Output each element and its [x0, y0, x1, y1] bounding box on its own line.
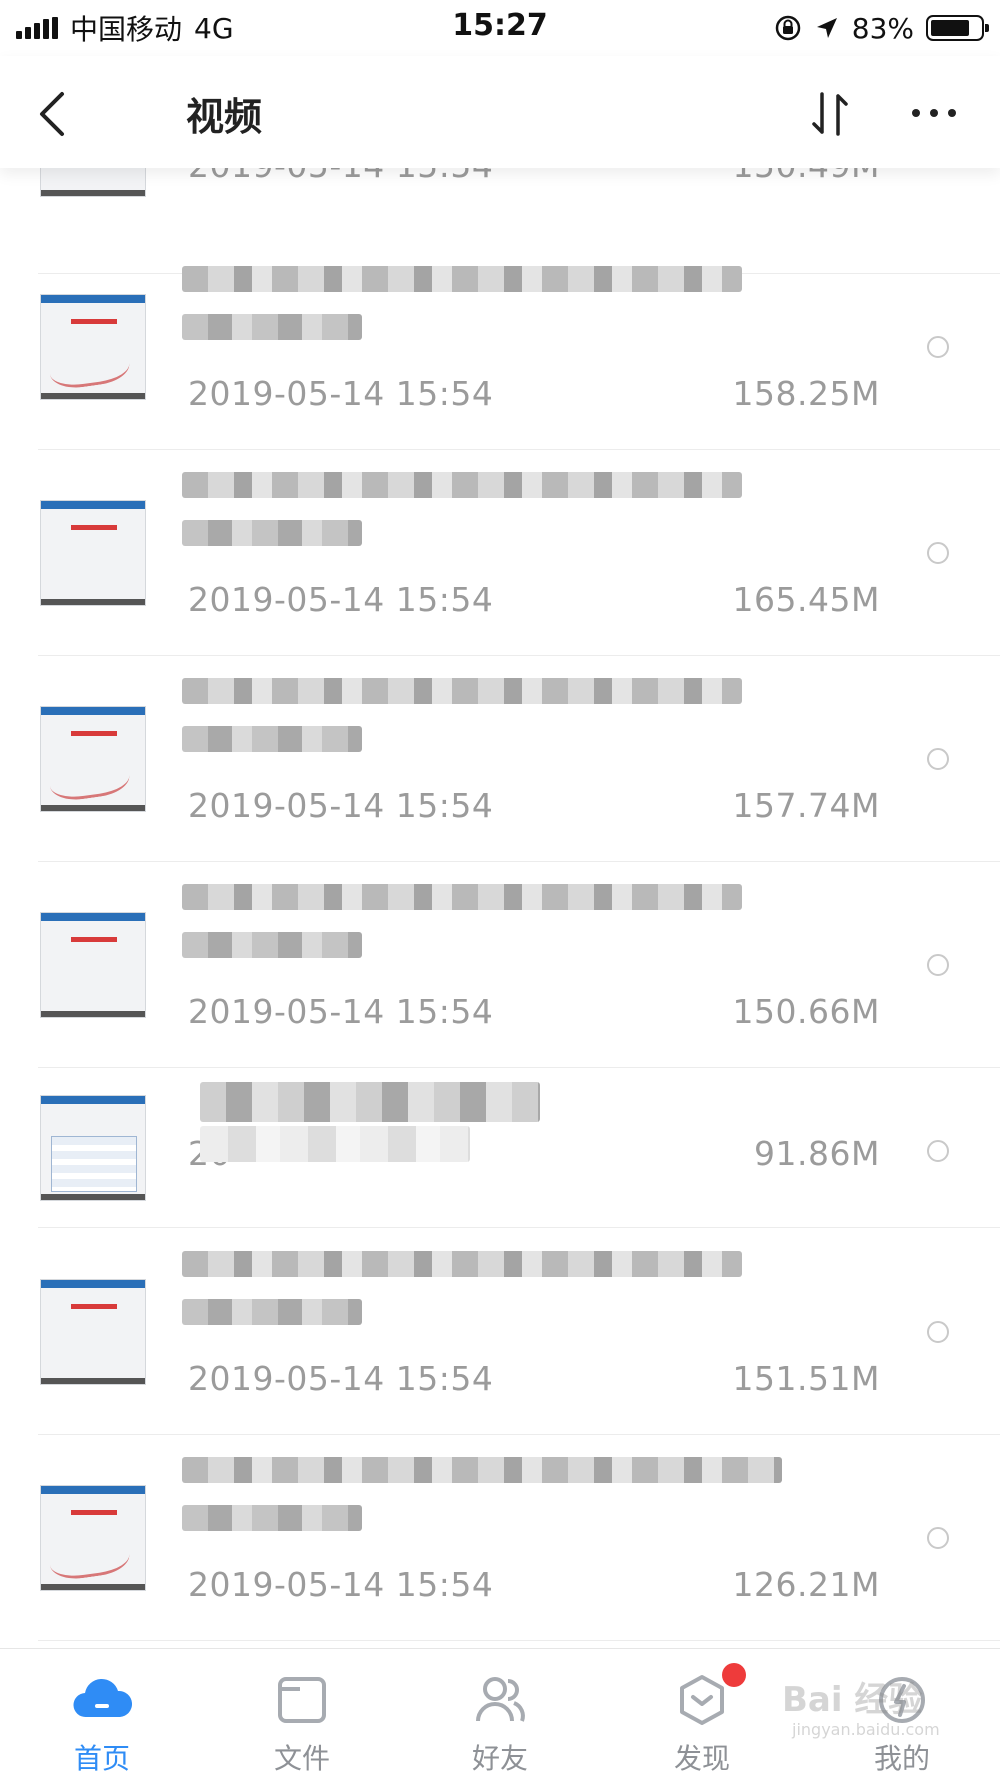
- file-size: 151.51M: [732, 1359, 880, 1398]
- select-radio[interactable]: [927, 336, 949, 358]
- tab-label: 首页: [73, 1742, 130, 1775]
- video-thumbnail: [40, 706, 146, 812]
- list-item[interactable]: 2019-05-14 15:54 126.21M: [0, 1435, 1000, 1641]
- file-name-blurred: [182, 668, 802, 760]
- list-item[interactable]: 2019-05-14 15:54 151.51M: [0, 1229, 1000, 1435]
- friends-icon: [476, 1677, 525, 1722]
- file-size: 91.86M: [754, 1134, 880, 1173]
- status-right: 83%: [774, 10, 989, 46]
- video-thumbnail: [40, 294, 146, 400]
- list-item[interactable]: 2019-05-14 15:54 157.74M: [0, 656, 1000, 862]
- folder-icon: [278, 1677, 326, 1723]
- list-item[interactable]: 20 91.86M: [0, 1068, 1000, 1228]
- baidu-watermark: Bai 经验 jingyan.baidu.com: [782, 1672, 982, 1752]
- page-title: 视频: [186, 95, 263, 139]
- video-thumbnail: [40, 1279, 146, 1385]
- location-arrow-icon: [816, 18, 837, 38]
- file-date: 2019-05-14 15:54: [188, 1359, 494, 1398]
- sort-button[interactable]: [806, 86, 858, 142]
- tab-home[interactable]: 首页: [42, 1649, 162, 1780]
- tab-label: 好友: [471, 1742, 528, 1775]
- file-name-blurred: [182, 1447, 802, 1539]
- file-date: 2019-05-14 15:54: [188, 168, 493, 185]
- video-thumbnail: [40, 1095, 146, 1201]
- file-name-blurred: [182, 1241, 802, 1333]
- file-name-blurred: [182, 462, 802, 554]
- file-name-blurred: [182, 256, 802, 348]
- tab-discover[interactable]: 发现: [642, 1649, 762, 1780]
- tab-label: 文件: [273, 1742, 330, 1775]
- more-dots-icon: [912, 109, 956, 117]
- chevron-left-icon: [40, 92, 64, 136]
- battery-level: [931, 20, 969, 36]
- list-item[interactable]: 2019-05-14 15:54 158.25M: [0, 244, 1000, 450]
- rotation-lock-icon: [775, 15, 801, 41]
- sort-arrows-icon: [812, 92, 848, 136]
- list-item[interactable]: 2019-05-14 15:54 165.45M: [0, 450, 1000, 656]
- file-date: 2019-05-14 15:54: [188, 374, 494, 413]
- watermark-text: Bai 经验: [782, 1680, 923, 1720]
- battery-icon: [926, 15, 989, 41]
- file-size: 157.74M: [732, 786, 880, 825]
- video-thumbnail: [40, 168, 146, 197]
- select-radio[interactable]: [927, 1527, 949, 1549]
- tab-friends[interactable]: 好友: [440, 1649, 560, 1780]
- nav-bar: 视频: [0, 56, 1000, 168]
- battery-percent: 83%: [851, 11, 914, 45]
- select-radio[interactable]: [927, 1140, 949, 1162]
- tab-files[interactable]: 文件: [242, 1649, 362, 1780]
- select-radio[interactable]: [927, 542, 949, 564]
- file-date: 2019-05-14 15:54: [188, 786, 494, 825]
- file-name-blurred: [182, 874, 802, 966]
- file-size: 150.66M: [732, 992, 880, 1031]
- file-date: 2019-05-14 15:54: [188, 992, 494, 1031]
- video-thumbnail: [40, 500, 146, 606]
- file-list: 2019-05-14 15:54 150.49M 2019-05-14 15:5…: [0, 168, 1000, 1648]
- tab-label: 发现: [673, 1742, 730, 1775]
- divider: [38, 1227, 1000, 1228]
- notification-badge: [722, 1663, 746, 1687]
- status-bar: 中国移动 4G 15:27 83%: [0, 0, 1000, 56]
- file-date: 2019-05-14 15:54: [188, 580, 494, 619]
- file-size: 158.25M: [732, 374, 880, 413]
- select-radio[interactable]: [927, 1321, 949, 1343]
- file-date: 2019-05-14 15:54: [188, 1565, 494, 1604]
- video-thumbnail: [40, 1485, 146, 1591]
- file-size: 126.21M: [732, 1565, 880, 1604]
- divider: [38, 1640, 1000, 1641]
- file-size: 150.49M: [733, 168, 880, 185]
- more-button[interactable]: [908, 98, 960, 128]
- list-item[interactable]: 2019-05-14 15:54 150.66M: [0, 862, 1000, 1068]
- back-button[interactable]: [32, 86, 82, 142]
- watermark-sub: jingyan.baidu.com: [792, 1720, 940, 1739]
- cloud-icon: [73, 1678, 132, 1718]
- video-thumbnail: [40, 912, 146, 1018]
- select-radio[interactable]: [927, 748, 949, 770]
- file-name-blurred: [200, 1082, 560, 1174]
- select-radio[interactable]: [927, 954, 949, 976]
- file-size: 165.45M: [732, 580, 880, 619]
